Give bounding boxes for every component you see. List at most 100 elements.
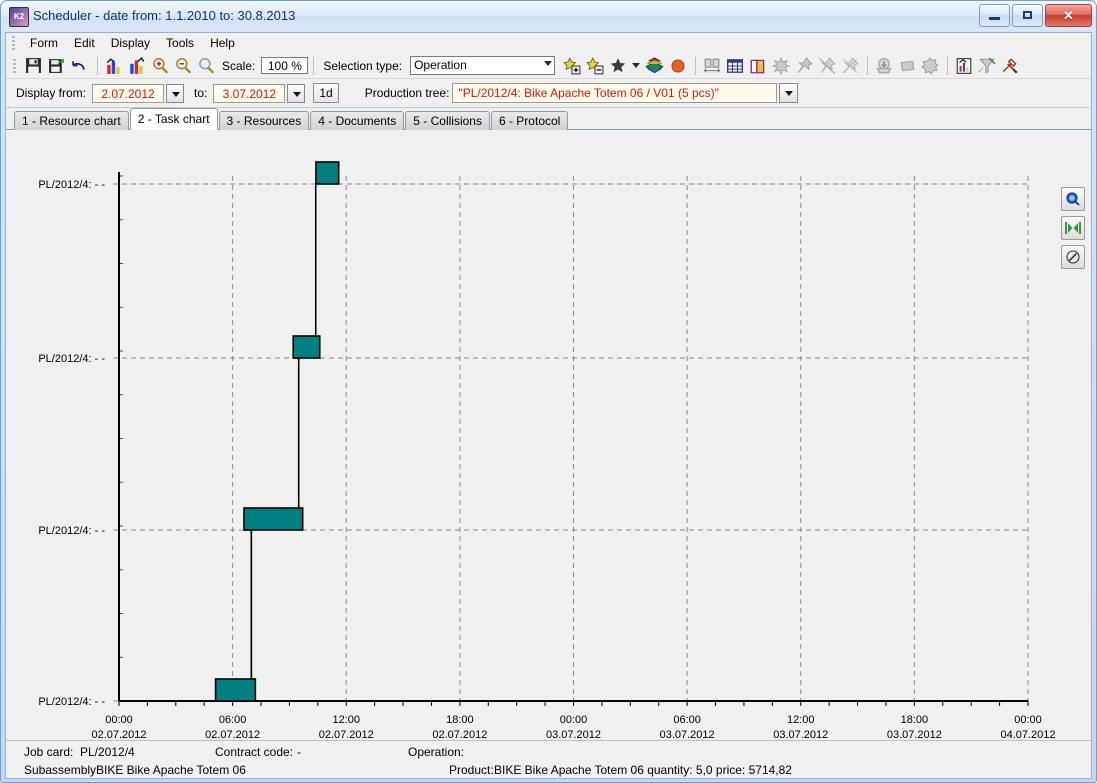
scale-input[interactable]: 100 %	[261, 57, 309, 74]
chart-side-toolbar	[1061, 187, 1085, 269]
import-button[interactable]	[873, 55, 894, 76]
menu-bar: Form Edit Display Tools Help	[6, 33, 1091, 53]
pin-button[interactable]	[793, 55, 814, 76]
tools-button[interactable]	[999, 55, 1020, 76]
x-axis-time-label: 06:00	[673, 714, 701, 726]
zoom-out-button[interactable]	[172, 55, 193, 76]
gear-shape-button[interactable]	[919, 55, 940, 76]
save-button[interactable]	[23, 55, 44, 76]
task-bar[interactable]	[214, 678, 257, 702]
close-icon: ✕	[1063, 8, 1074, 23]
application-window: K2 Scheduler - date from: 1.1.2010 to: 3…	[0, 0, 1097, 783]
task-bar[interactable]	[315, 161, 340, 185]
window-controls: ✕	[979, 4, 1092, 27]
x-axis-time-label: 06:00	[219, 714, 247, 726]
selection-type-select[interactable]: Operation	[410, 56, 556, 75]
contract-code-value: -	[297, 745, 301, 759]
date-range-bar: Display from: 2.07.2012 to: 3.07.2012 1d…	[6, 79, 1091, 108]
toolbar-separator-2	[313, 56, 315, 75]
operation-label: Operation:	[408, 745, 465, 759]
task-bar[interactable]	[292, 335, 321, 359]
zoom-in-button[interactable]	[149, 55, 170, 76]
client-area: Form Edit Display Tools Help Scale: 100 …	[5, 32, 1092, 779]
job-card-label: Job card:	[24, 745, 74, 759]
edit-pencil-button[interactable]	[1061, 245, 1085, 269]
status-bar: Job card: PL/2012/4 Contract code: - Ope…	[6, 740, 1091, 778]
menu-item-display[interactable]: Display	[103, 34, 158, 52]
zoom-button[interactable]	[195, 55, 216, 76]
tab-collisions[interactable]: 5 - Collisions	[405, 111, 490, 130]
unpin-button[interactable]	[816, 55, 837, 76]
add-operation-button[interactable]	[561, 55, 582, 76]
task-chart-panel: PL/2012/4: - - PL/2012/4: - - PL/2012/4: -…	[6, 130, 1091, 756]
contract-code-label: Contract code:	[215, 745, 294, 759]
display-to-input[interactable]: 3.07.2012	[213, 83, 286, 103]
minimize-icon	[989, 17, 1000, 20]
toolbar-separator-3	[695, 56, 697, 75]
menu-item-tools[interactable]: Tools	[158, 34, 202, 52]
display-to-dropdown[interactable]	[287, 83, 306, 103]
tab-task-chart[interactable]: 2 - Task chart	[129, 108, 218, 130]
close-button[interactable]: ✕	[1045, 4, 1092, 27]
tab-strip: 1 - Resource chart 2 - Task chart 3 - Re…	[6, 108, 1091, 130]
x-axis-time-label: 12:00	[787, 714, 815, 726]
y-axis-label: PL/2012/4: - -	[38, 179, 105, 191]
subassembly-value: BIKE Bike Apache Totem 06	[96, 763, 246, 777]
maximize-button[interactable]	[1012, 4, 1043, 27]
shape-button[interactable]	[896, 55, 917, 76]
bar-chart-button[interactable]	[103, 55, 124, 76]
star-dropdown-button[interactable]	[630, 55, 642, 76]
display-from-dropdown[interactable]	[166, 83, 185, 103]
grid-button[interactable]	[724, 55, 745, 76]
product-value: BIKE Bike Apache Totem 06 quantity: 5,0 …	[494, 763, 792, 777]
star-button[interactable]	[607, 55, 628, 76]
x-axis-time-label: 18:00	[901, 714, 929, 726]
minimize-button[interactable]	[979, 4, 1010, 27]
report-chart-button[interactable]	[953, 55, 974, 76]
toolbar-separator-1	[97, 56, 98, 75]
toolbar: Scale: 100 % Selection type: Operation	[6, 53, 1091, 79]
step-1d-button[interactable]: 1d	[313, 83, 339, 103]
x-axis-time-label: 00:00	[1014, 714, 1042, 726]
burst-button[interactable]	[770, 55, 791, 76]
display-from-label: Display from:	[16, 86, 87, 100]
stop-circle-button[interactable]	[667, 55, 688, 76]
production-tree-dropdown[interactable]	[779, 83, 799, 103]
x-axis-time-label: 12:00	[332, 714, 360, 726]
toolbar-separator-4	[867, 56, 869, 75]
remove-operation-button[interactable]	[584, 55, 605, 76]
fit-to-window-button[interactable]	[1061, 216, 1085, 240]
display-from-input[interactable]: 2.07.2012	[92, 83, 165, 103]
window-title: Scheduler - date from: 1.1.2010 to: 30.8…	[33, 8, 296, 23]
undo-button[interactable]	[69, 55, 90, 76]
unpin-alt-button[interactable]	[839, 55, 860, 76]
menu-item-edit[interactable]: Edit	[66, 34, 103, 52]
clear-filter-button[interactable]	[976, 55, 997, 76]
toolbar-grip	[13, 58, 16, 73]
fit-width-button[interactable]	[701, 55, 722, 76]
tab-documents[interactable]: 4 - Documents	[310, 111, 405, 130]
menu-grip	[12, 36, 15, 50]
product-label: Product:	[449, 763, 494, 777]
menu-item-form[interactable]: Form	[22, 34, 66, 52]
production-tree-input[interactable]: "PL/2012/4: Bike Apache Totem 06 / V01 (…	[452, 83, 778, 103]
tab-resources[interactable]: 3 - Resources	[218, 111, 310, 130]
gantt-chart[interactable]: PL/2012/4: - - PL/2012/4: - - PL/2012/4: -…	[6, 130, 1056, 756]
job-card-value: PL/2012/4	[80, 745, 135, 759]
selection-type-label: Selection type:	[323, 58, 403, 73]
layers-button[interactable]	[644, 55, 665, 76]
tab-resource-chart[interactable]: 1 - Resource chart	[14, 111, 129, 130]
scheduler-app-icon: K2	[9, 7, 29, 27]
maximize-icon	[1023, 11, 1032, 19]
chevron-down-icon	[544, 61, 553, 66]
y-axis-label: PL/2012/4: - -	[38, 353, 105, 365]
tab-protocol[interactable]: 6 - Protocol	[490, 111, 569, 130]
book-button[interactable]	[747, 55, 768, 76]
bar-chart-alt-button[interactable]	[126, 55, 147, 76]
display-to-label: to:	[194, 86, 208, 100]
task-bar[interactable]	[243, 507, 304, 531]
save-as-button[interactable]	[46, 55, 67, 76]
zoom-selection-button[interactable]	[1061, 187, 1085, 211]
scale-label: Scale:	[222, 58, 256, 73]
menu-item-help[interactable]: Help	[202, 34, 243, 52]
